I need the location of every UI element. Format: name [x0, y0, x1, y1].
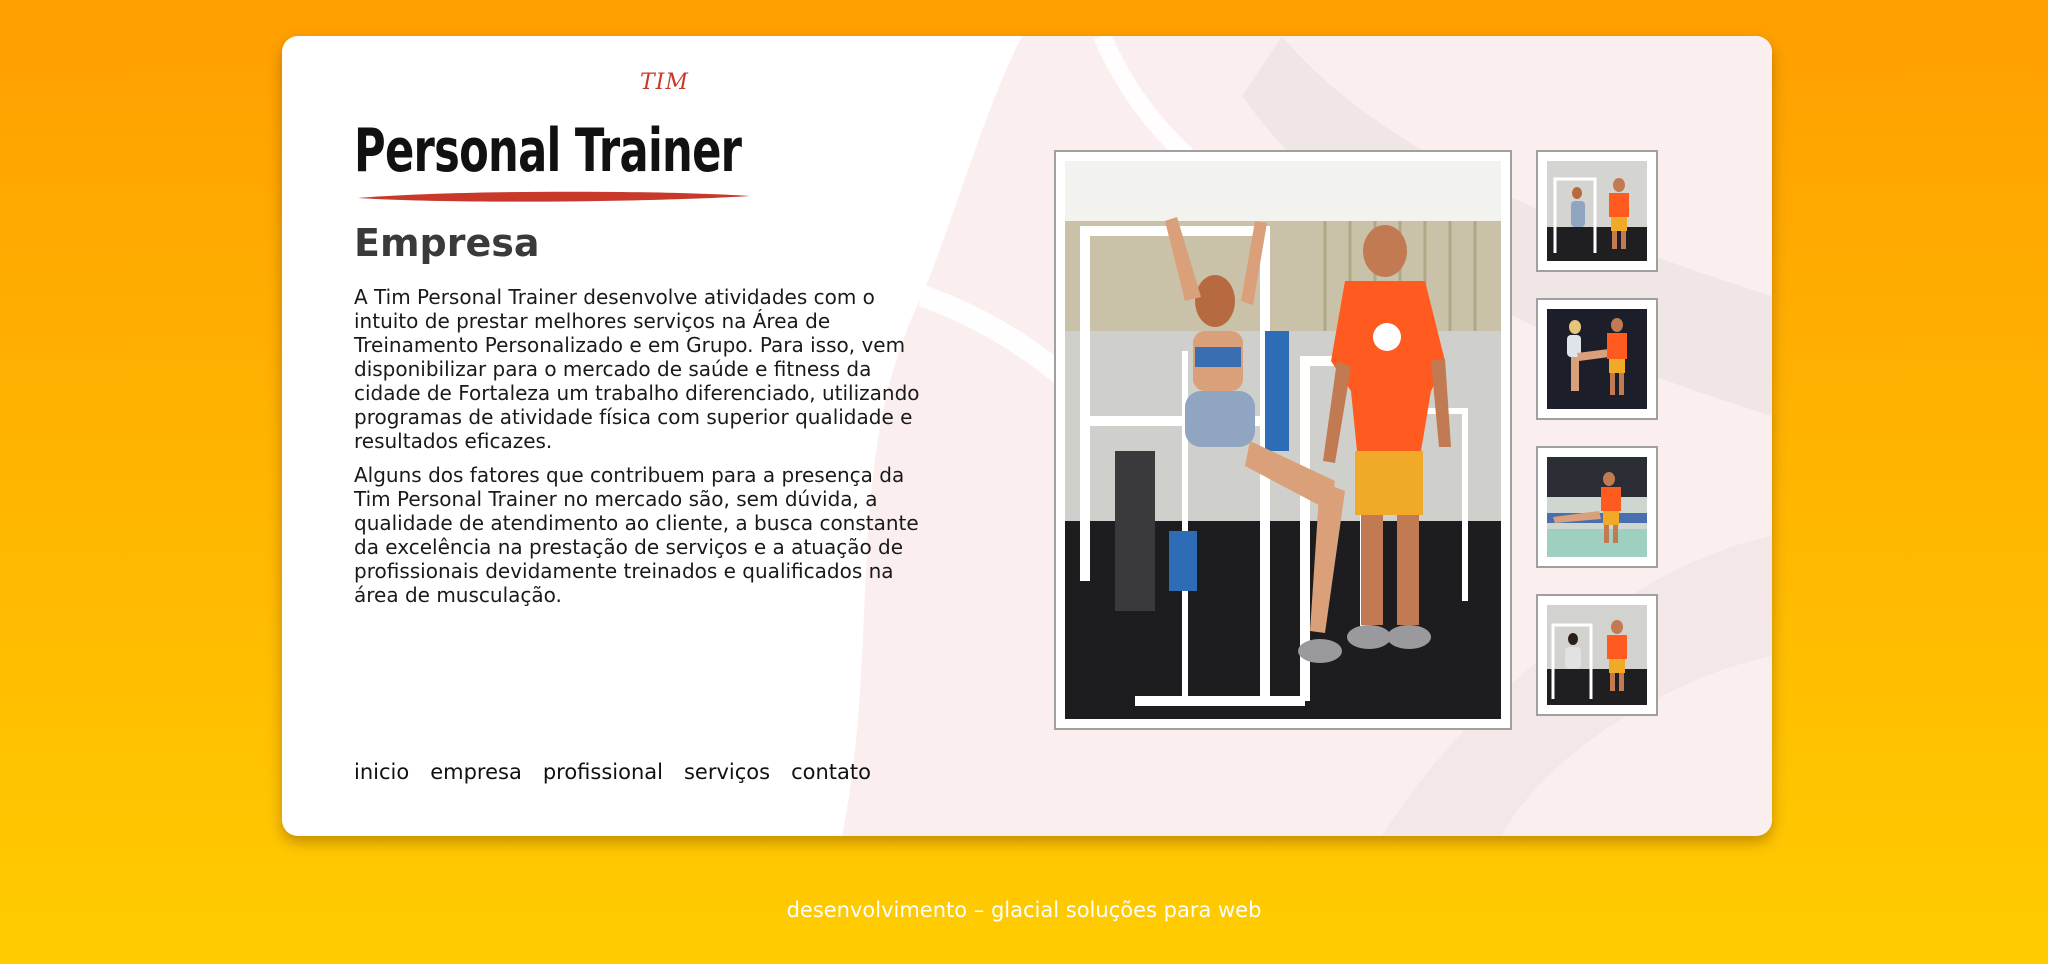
- intro-paragraph: A Tim Personal Trainer desenvolve ativid…: [354, 285, 920, 453]
- factors-paragraph: Alguns dos fatores que contribuem para a…: [354, 463, 919, 607]
- content-card: TIM Personal Trainer Empresa A Tim Perso…: [282, 36, 1772, 836]
- main-nav: inicio empresa profissional serviços con…: [354, 760, 871, 784]
- page-title: Empresa: [354, 221, 540, 265]
- nav-link-contato[interactable]: contato: [791, 760, 871, 784]
- logo-tag: TIM: [640, 70, 689, 95]
- thumbnail-image-3: [1547, 457, 1647, 557]
- logo-swoosh: [358, 191, 750, 202]
- main-photo: [1054, 150, 1512, 730]
- thumbnail-image-2: [1547, 309, 1647, 409]
- thumbnail-4[interactable]: [1536, 594, 1658, 716]
- thumbnail-1[interactable]: [1536, 150, 1658, 272]
- nav-link-servicos[interactable]: serviços: [684, 760, 770, 784]
- nav-link-inicio[interactable]: inicio: [354, 760, 409, 784]
- thumbnail-image-1: [1547, 161, 1647, 261]
- nav-link-empresa[interactable]: empresa: [430, 760, 522, 784]
- nav-link-profissional[interactable]: profissional: [543, 760, 663, 784]
- thumbnail-2[interactable]: [1536, 298, 1658, 420]
- thumbnail-3[interactable]: [1536, 446, 1658, 568]
- thumbnail-image-4: [1547, 605, 1647, 705]
- footer-credit: desenvolvimento – glacial soluções para …: [786, 898, 1262, 922]
- gym-photo-image: [1065, 161, 1501, 719]
- logo-wordmark: Personal Trainer: [354, 116, 742, 186]
